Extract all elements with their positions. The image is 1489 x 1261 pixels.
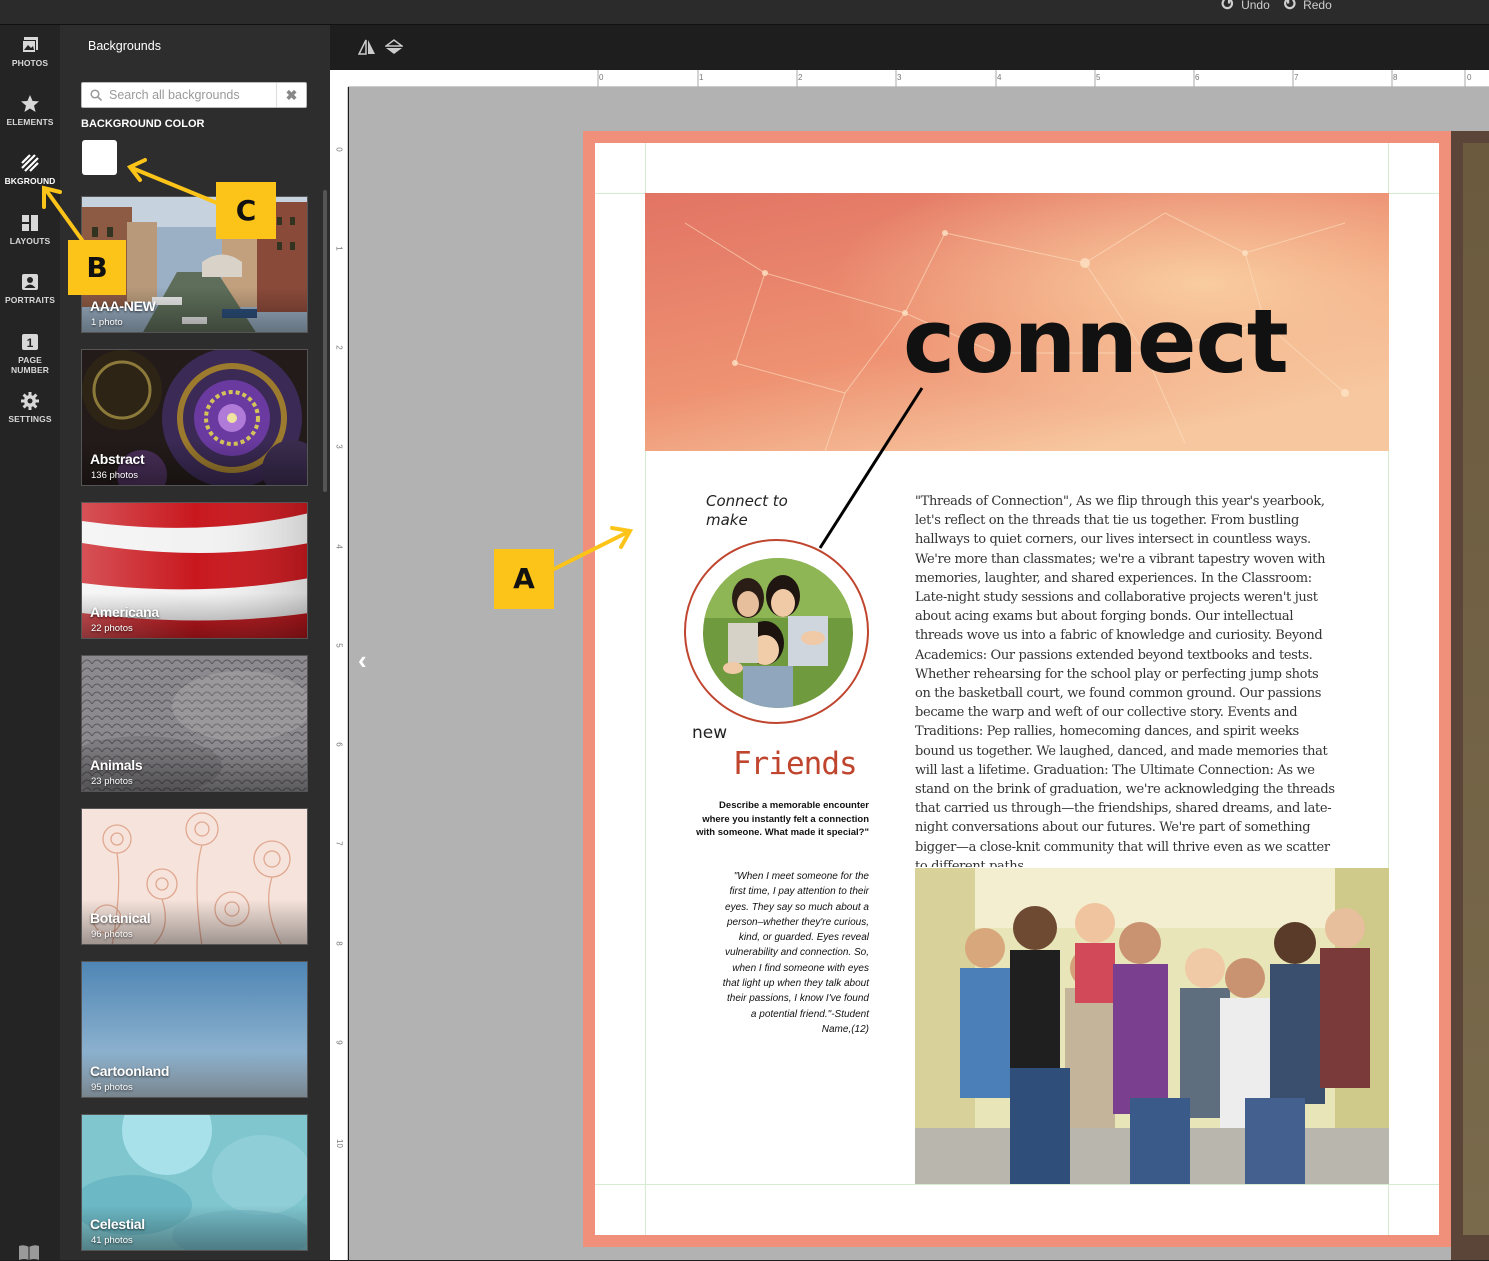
tile-name: Abstract (90, 451, 145, 467)
panel-title: Backgrounds (88, 39, 161, 53)
prompt-text[interactable]: Describe a memorable encounter where you… (690, 799, 869, 840)
tile-name: Botanical (90, 910, 151, 926)
quote-text[interactable]: "When I meet someone for the first time,… (720, 869, 869, 1037)
group-photo[interactable] (915, 868, 1389, 1184)
editor-toolbar (330, 25, 1489, 68)
background-color-label: BACKGROUND COLOR (81, 118, 205, 130)
background-color-swatch[interactable] (82, 140, 117, 175)
category-tile-animals[interactable]: Animals 23 photos (81, 655, 308, 792)
subheading-friends[interactable]: Friends (733, 746, 858, 782)
tile-count: 96 photos (91, 929, 133, 940)
clear-search-button[interactable]: ✖ (276, 83, 306, 107)
tile-count: 22 photos (91, 623, 133, 634)
layouts-icon (22, 215, 38, 231)
tile-count: 1 photo (91, 317, 123, 328)
top-bar: ↺ Undo ↻ Redo (0, 0, 1489, 25)
body-text[interactable]: "Threads of Connection", As we flip thro… (915, 492, 1335, 867)
ruler-tick-label: 0 (1467, 73, 1472, 82)
redo-icon: ↻ (1282, 0, 1298, 14)
ruler-tick-label: 0 (599, 73, 604, 82)
category-tile-celestial[interactable]: Celestial 41 photos (81, 1114, 308, 1251)
flip-horizontal-icon[interactable] (358, 39, 376, 55)
annotation-label-c: C (216, 182, 276, 239)
circle-photo[interactable] (703, 558, 853, 708)
tile-count: 41 photos (91, 1235, 133, 1246)
margin-guide (595, 1184, 1439, 1185)
subheading-connect-to[interactable]: Connect to make (706, 492, 816, 530)
photos-icon (22, 37, 38, 53)
ruler-tick-label: 4 (997, 73, 1002, 82)
subheading-new[interactable]: new (692, 723, 727, 743)
horizontal-ruler: 0 1 2 3 4 5 6 7 8 0 (348, 70, 1489, 87)
category-tile-botanical[interactable]: Botanical 96 photos (81, 808, 308, 945)
rail-item-background[interactable]: BKGROUND (0, 153, 60, 186)
background-stripes-icon (21, 154, 39, 172)
tile-name: Celestial (90, 1216, 145, 1232)
tile-name: AAA-NEW (90, 298, 156, 314)
search-box: ✖ (81, 82, 307, 108)
ruler-tick-label: 1 (699, 73, 704, 82)
rail-item-elements[interactable]: ELEMENTS (0, 94, 60, 127)
category-tile-americana[interactable]: Americana 22 photos (81, 502, 308, 639)
ruler-tick-label: 8 (1393, 73, 1398, 82)
undo-icon: ↺ (1220, 0, 1236, 14)
svg-text:1: 1 (27, 336, 34, 350)
ruler-tick-label: 3 (897, 73, 902, 82)
headline-text[interactable]: connect (903, 290, 1289, 393)
tile-count: 23 photos (91, 776, 133, 787)
flip-vertical-icon[interactable] (385, 39, 403, 55)
annotation-label-a: A (494, 549, 554, 609)
tile-name: Cartoonland (90, 1063, 170, 1079)
ruler-tick-label: 5 (1096, 73, 1101, 82)
ruler-tick-label: 2 (798, 73, 803, 82)
category-tile-cartoonland[interactable]: Cartoonland 95 photos (81, 961, 308, 1098)
rail-item-photos[interactable]: PHOTOS (0, 35, 60, 68)
book-icon[interactable] (17, 1243, 41, 1261)
rail-item-settings[interactable]: SETTINGS (0, 391, 60, 424)
gear-icon (21, 392, 39, 410)
tile-name: Animals (90, 757, 143, 773)
rail-item-page-number[interactable]: 1 PAGE NUMBER (0, 332, 60, 375)
page-number-icon: 1 (22, 334, 38, 350)
undo-button[interactable]: ↺ Undo (1220, 0, 1270, 15)
left-nav-rail: PHOTOS ELEMENTS BKGROUND LAYOUTS PORTRAI… (0, 25, 60, 1260)
backgrounds-panel: Backgrounds ✖ BACKGROUND COLOR AAA-NEW 1… (60, 25, 330, 1260)
redo-button[interactable]: ↻ Redo (1282, 0, 1332, 15)
ruler-tick-label: 7 (1294, 73, 1299, 82)
category-tile-abstract[interactable]: Abstract 136 photos (81, 349, 308, 486)
tile-name: Americana (90, 604, 159, 620)
vertical-ruler: 0 1 2 3 4 5 6 7 8 9 10 (330, 87, 348, 1260)
search-input[interactable] (109, 86, 274, 104)
tile-count: 95 photos (91, 1082, 133, 1093)
annotation-label-b: B (68, 240, 126, 295)
star-icon (21, 95, 39, 112)
rail-item-portraits[interactable]: PORTRAITS (0, 272, 60, 305)
portrait-icon (22, 274, 38, 290)
search-icon (90, 89, 102, 101)
tile-count: 136 photos (91, 470, 139, 481)
ruler-tick-label: 6 (1195, 73, 1200, 82)
panel-scrollbar[interactable] (323, 190, 327, 492)
previous-page-arrow[interactable]: ‹ (358, 645, 367, 676)
rail-item-layouts[interactable]: LAYOUTS (0, 213, 60, 246)
